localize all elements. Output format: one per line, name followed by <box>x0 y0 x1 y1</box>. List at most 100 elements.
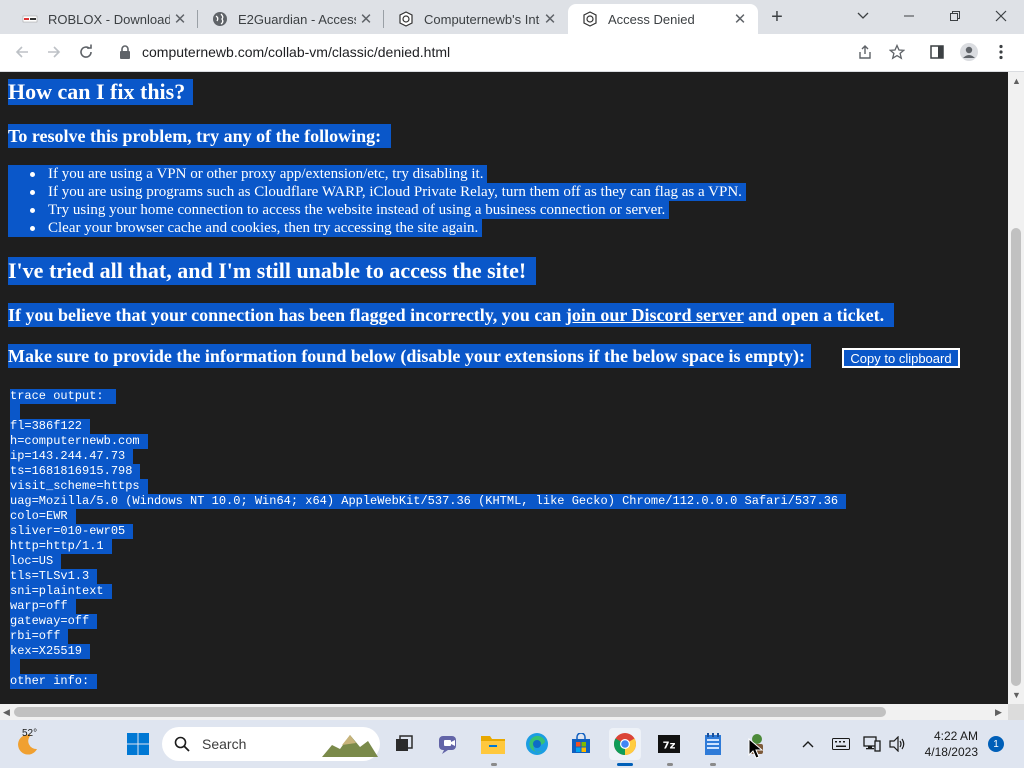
list-bullet <box>8 165 48 183</box>
forward-button[interactable] <box>42 40 66 64</box>
copy-to-clipboard-button[interactable]: Copy to clipboard <box>842 348 960 368</box>
trace-line: h=computernewb.com <box>10 434 148 449</box>
close-tab-icon[interactable]: ✕ <box>540 9 560 29</box>
back-button[interactable] <box>10 40 34 64</box>
suggestion-item: If you are using a VPN or other proxy ap… <box>48 165 488 183</box>
kebab-menu-icon[interactable] <box>990 41 1012 63</box>
trace-line: ip=143.244.47.73 <box>10 449 134 464</box>
vertical-scroll-thumb[interactable] <box>1011 228 1021 686</box>
minimize-button[interactable] <box>886 2 932 30</box>
list-bullet <box>8 183 48 201</box>
tab-roblox[interactable]: ROBLOX - Download ✕ <box>8 4 198 34</box>
provide-info-text: Make sure to provide the information fou… <box>8 344 812 368</box>
network-icon[interactable] <box>860 728 884 760</box>
tab-computernewb[interactable]: Computernewb's Intern ✕ <box>384 4 568 34</box>
scroll-left-arrow-icon[interactable]: ◀ <box>3 707 10 718</box>
fix-heading: How can I fix this? <box>8 79 194 105</box>
notepad-icon[interactable] <box>697 728 729 760</box>
computernewb-icon <box>582 11 598 27</box>
roblox-icon <box>22 11 38 27</box>
flagged-prefix: If you believe that your connection has … <box>8 305 566 325</box>
tab-title: ROBLOX - Download <box>48 11 170 27</box>
trace-line: visit_scheme=https <box>10 479 148 494</box>
trace-line: ts=1681816915.798 <box>10 464 141 479</box>
list-bullet-dot <box>30 226 35 231</box>
globe-icon <box>212 11 228 27</box>
running-indicator <box>617 763 633 766</box>
notification-badge[interactable]: 1 <box>988 736 1004 752</box>
trace-line: fl=386f122 <box>10 419 91 434</box>
flagged-paragraph: If you believe that your connection has … <box>8 303 895 327</box>
mouse-cursor-icon <box>748 738 764 759</box>
trace-line: warp=off <box>10 599 76 614</box>
list-bullet-dot <box>30 172 35 177</box>
windows-logo-icon <box>127 733 149 755</box>
taskbar: 52° Search 7z 4:22 AM 4/18/2023 1 <box>0 720 1024 768</box>
tab-access-denied[interactable]: Access Denied ✕ <box>568 4 758 34</box>
svg-text:7z: 7z <box>663 741 676 752</box>
tab-strip: ROBLOX - Download ✕ E2Guardian - Access … <box>0 0 1024 34</box>
scroll-up-arrow-icon[interactable]: ▲ <box>1012 76 1021 86</box>
address-bar[interactable]: computernewb.com/collab-vm/classic/denie… <box>142 44 450 60</box>
chrome-browser-icon[interactable] <box>609 728 641 760</box>
bookmark-star-icon[interactable] <box>886 41 908 63</box>
clock-date: 4/18/2023 <box>924 745 978 759</box>
close-tab-icon[interactable]: ✕ <box>730 9 750 29</box>
share-icon[interactable] <box>854 41 876 63</box>
search-icon <box>174 736 190 752</box>
keyboard-icon[interactable] <box>828 728 854 760</box>
task-view-icon[interactable] <box>388 728 420 760</box>
volume-icon[interactable] <box>886 728 910 760</box>
new-tab-button[interactable]: + <box>766 6 788 28</box>
trace-blank-line <box>10 659 20 674</box>
lock-icon[interactable] <box>118 44 132 60</box>
trace-line: sliver=010-ewr05 <box>10 524 134 539</box>
horizontal-scroll-thumb[interactable] <box>14 707 886 717</box>
still-unable-heading: I've tried all that, and I'm still unabl… <box>8 257 537 285</box>
microsoft-store-icon[interactable] <box>565 728 597 760</box>
resolve-heading: To resolve this problem, try any of the … <box>8 124 392 148</box>
scrollbar-corner <box>1008 704 1024 720</box>
list-bullet-dot <box>30 190 35 195</box>
close-tab-icon[interactable]: ✕ <box>170 9 190 29</box>
page-content: How can I fix this? To resolve this prob… <box>0 72 1008 704</box>
trace-line: colo=EWR <box>10 509 76 524</box>
trace-blank-line <box>10 404 20 419</box>
other-info-label: other info: <box>10 674 98 689</box>
reload-button[interactable] <box>74 40 98 64</box>
7zip-icon[interactable]: 7z <box>653 728 685 760</box>
edge-browser-icon[interactable] <box>521 728 553 760</box>
start-button[interactable] <box>122 728 154 760</box>
close-tab-icon[interactable]: ✕ <box>356 9 376 29</box>
show-hidden-icons-chevron-icon[interactable] <box>796 728 820 760</box>
file-explorer-icon[interactable] <box>477 728 509 760</box>
trace-line: gateway=off <box>10 614 98 629</box>
computernewb-icon <box>398 11 414 27</box>
tab-title: Computernewb's Intern <box>424 11 540 27</box>
list-bullet <box>8 201 48 219</box>
tab-search-icon[interactable] <box>840 2 886 30</box>
weather-temp: 52° <box>22 728 38 739</box>
clock[interactable]: 4:22 AM 4/18/2023 <box>918 728 978 760</box>
search-highlight-image-icon <box>322 735 378 757</box>
maximize-button[interactable] <box>932 2 978 30</box>
tab-title: Access Denied <box>608 11 695 27</box>
discord-link[interactable]: join our Discord server <box>566 305 744 325</box>
scroll-right-arrow-icon[interactable]: ▶ <box>995 707 1002 718</box>
list-bullet-dot <box>30 208 35 213</box>
trace-line: tls=TLSv1.3 <box>10 569 98 584</box>
running-indicator <box>667 763 673 766</box>
close-window-button[interactable] <box>978 2 1024 30</box>
trace-line: http=http/1.1 <box>10 539 112 554</box>
profile-avatar-icon[interactable] <box>958 41 980 63</box>
flagged-suffix: and open a ticket. <box>743 305 885 325</box>
side-panel-icon[interactable] <box>926 41 948 63</box>
scroll-down-arrow-icon[interactable]: ▼ <box>1012 690 1021 700</box>
tab-e2guardian[interactable]: E2Guardian - Access De ✕ <box>198 4 384 34</box>
tab-title: E2Guardian - Access De <box>238 11 356 27</box>
teams-chat-icon[interactable] <box>433 728 465 760</box>
taskbar-search[interactable]: Search <box>162 727 380 761</box>
suggestion-item: If you are using programs such as Cloudf… <box>48 183 746 201</box>
trace-line: loc=US <box>10 554 62 569</box>
clock-time: 4:22 AM <box>933 729 978 743</box>
